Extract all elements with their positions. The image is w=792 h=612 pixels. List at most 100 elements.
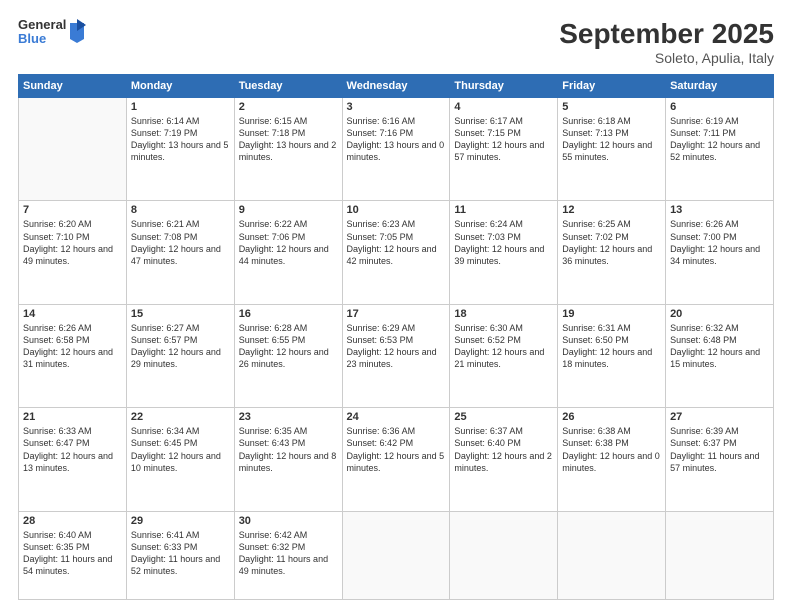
- cell-content: Sunrise: 6:18 AM Sunset: 7:13 PM Dayligh…: [562, 115, 661, 164]
- day-number: 2: [239, 101, 338, 113]
- day-number: 14: [23, 308, 122, 320]
- day-number: 11: [454, 204, 553, 216]
- day-number: 10: [347, 204, 446, 216]
- calendar-week-row: 1 Sunrise: 6:14 AM Sunset: 7:19 PM Daylig…: [19, 98, 774, 201]
- cell-content: Sunrise: 6:27 AM Sunset: 6:57 PM Dayligh…: [131, 322, 230, 371]
- day-number: 3: [347, 101, 446, 113]
- day-number: 21: [23, 411, 122, 423]
- logo-text: General Blue: [18, 18, 66, 47]
- day-number: 9: [239, 204, 338, 216]
- cell-content: Sunrise: 6:14 AM Sunset: 7:19 PM Dayligh…: [131, 115, 230, 164]
- day-number: 27: [670, 411, 769, 423]
- cell-content: Sunrise: 6:23 AM Sunset: 7:05 PM Dayligh…: [347, 218, 446, 267]
- logo-icon: [68, 19, 86, 43]
- cell-content: Sunrise: 6:37 AM Sunset: 6:40 PM Dayligh…: [454, 425, 553, 474]
- table-row: 17 Sunrise: 6:29 AM Sunset: 6:53 PM Dayli…: [342, 304, 450, 407]
- cell-content: Sunrise: 6:34 AM Sunset: 6:45 PM Dayligh…: [131, 425, 230, 474]
- table-row: 13Sunrise: 6:26 AM Sunset: 7:00 PM Dayli…: [666, 201, 774, 304]
- col-sunday: Sunday: [19, 75, 127, 98]
- logo-general: General: [18, 18, 66, 32]
- day-number: 7: [23, 204, 122, 216]
- cell-content: Sunrise: 6:41 AM Sunset: 6:33 PM Dayligh…: [131, 529, 230, 578]
- cell-content: Sunrise: 6:24 AM Sunset: 7:03 PM Dayligh…: [454, 218, 553, 267]
- cell-content: Sunrise: 6:36 AM Sunset: 6:42 PM Dayligh…: [347, 425, 446, 474]
- day-number: 23: [239, 411, 338, 423]
- day-number: 26: [562, 411, 661, 423]
- col-saturday: Saturday: [666, 75, 774, 98]
- day-number: 13: [670, 204, 769, 216]
- cell-content: Sunrise: 6:22 AM Sunset: 7:06 PM Dayligh…: [239, 218, 338, 267]
- table-row: 22 Sunrise: 6:34 AM Sunset: 6:45 PM Dayli…: [126, 408, 234, 511]
- table-row: 12Sunrise: 6:25 AM Sunset: 7:02 PM Dayli…: [558, 201, 666, 304]
- day-number: 18: [454, 308, 553, 320]
- calendar-table: Sunday Monday Tuesday Wednesday Thursday…: [18, 74, 774, 600]
- table-row: 9 Sunrise: 6:22 AM Sunset: 7:06 PM Daylig…: [234, 201, 342, 304]
- day-number: 6: [670, 101, 769, 113]
- table-row: 2 Sunrise: 6:15 AM Sunset: 7:18 PM Daylig…: [234, 98, 342, 201]
- day-number: 16: [239, 308, 338, 320]
- table-row: 24 Sunrise: 6:36 AM Sunset: 6:42 PM Dayli…: [342, 408, 450, 511]
- table-row: 29 Sunrise: 6:41 AM Sunset: 6:33 PM Dayli…: [126, 511, 234, 599]
- day-number: 4: [454, 101, 553, 113]
- day-number: 15: [131, 308, 230, 320]
- table-row: 18Sunrise: 6:30 AM Sunset: 6:52 PM Dayli…: [450, 304, 558, 407]
- page: General Blue September 2025 Soleto, Apul…: [0, 0, 792, 612]
- cell-content: Sunrise: 6:39 AM Sunset: 6:37 PM Dayligh…: [670, 425, 769, 474]
- cell-content: Sunrise: 6:28 AM Sunset: 6:55 PM Dayligh…: [239, 322, 338, 371]
- day-number: 29: [131, 515, 230, 527]
- day-number: 8: [131, 204, 230, 216]
- table-row: [342, 511, 450, 599]
- table-row: 5Sunrise: 6:18 AM Sunset: 7:13 PM Daylig…: [558, 98, 666, 201]
- day-number: 24: [347, 411, 446, 423]
- table-row: 25 Sunrise: 6:37 AM Sunset: 6:40 PM Dayli…: [450, 408, 558, 511]
- table-row: [666, 511, 774, 599]
- cell-content: Sunrise: 6:15 AM Sunset: 7:18 PM Dayligh…: [239, 115, 338, 164]
- month-title: September 2025: [559, 18, 774, 50]
- table-row: [450, 511, 558, 599]
- table-row: 23 Sunrise: 6:35 AM Sunset: 6:43 PM Dayli…: [234, 408, 342, 511]
- day-number: 19: [562, 308, 661, 320]
- day-number: 22: [131, 411, 230, 423]
- col-friday: Friday: [558, 75, 666, 98]
- table-row: [558, 511, 666, 599]
- cell-content: Sunrise: 6:32 AM Sunset: 6:48 PM Dayligh…: [670, 322, 769, 371]
- cell-content: Sunrise: 6:26 AM Sunset: 6:58 PM Dayligh…: [23, 322, 122, 371]
- title-block: September 2025 Soleto, Apulia, Italy: [559, 18, 774, 66]
- day-number: 1: [131, 101, 230, 113]
- cell-content: Sunrise: 6:19 AM Sunset: 7:11 PM Dayligh…: [670, 115, 769, 164]
- table-row: 27 Sunrise: 6:39 AM Sunset: 6:37 PM Dayli…: [666, 408, 774, 511]
- col-tuesday: Tuesday: [234, 75, 342, 98]
- day-number: 20: [670, 308, 769, 320]
- table-row: [19, 98, 127, 201]
- calendar-week-row: 28Sunrise: 6:40 AM Sunset: 6:35 PM Dayli…: [19, 511, 774, 599]
- location: Soleto, Apulia, Italy: [559, 50, 774, 66]
- cell-content: Sunrise: 6:35 AM Sunset: 6:43 PM Dayligh…: [239, 425, 338, 474]
- table-row: 7Sunrise: 6:20 AM Sunset: 7:10 PM Daylig…: [19, 201, 127, 304]
- table-row: 8Sunrise: 6:21 AM Sunset: 7:08 PM Daylig…: [126, 201, 234, 304]
- table-row: 11 Sunrise: 6:24 AM Sunset: 7:03 PM Dayli…: [450, 201, 558, 304]
- day-number: 25: [454, 411, 553, 423]
- table-row: 4Sunrise: 6:17 AM Sunset: 7:15 PM Daylig…: [450, 98, 558, 201]
- cell-content: Sunrise: 6:29 AM Sunset: 6:53 PM Dayligh…: [347, 322, 446, 371]
- table-row: 28Sunrise: 6:40 AM Sunset: 6:35 PM Dayli…: [19, 511, 127, 599]
- day-number: 30: [239, 515, 338, 527]
- col-wednesday: Wednesday: [342, 75, 450, 98]
- cell-content: Sunrise: 6:16 AM Sunset: 7:16 PM Dayligh…: [347, 115, 446, 164]
- calendar-week-row: 21Sunrise: 6:33 AM Sunset: 6:47 PM Dayli…: [19, 408, 774, 511]
- table-row: 6 Sunrise: 6:19 AM Sunset: 7:11 PM Daylig…: [666, 98, 774, 201]
- day-number: 28: [23, 515, 122, 527]
- cell-content: Sunrise: 6:38 AM Sunset: 6:38 PM Dayligh…: [562, 425, 661, 474]
- cell-content: Sunrise: 6:25 AM Sunset: 7:02 PM Dayligh…: [562, 218, 661, 267]
- table-row: 21Sunrise: 6:33 AM Sunset: 6:47 PM Dayli…: [19, 408, 127, 511]
- header: General Blue September 2025 Soleto, Apul…: [18, 18, 774, 66]
- table-row: 30 Sunrise: 6:42 AM Sunset: 6:32 PM Dayli…: [234, 511, 342, 599]
- cell-content: Sunrise: 6:42 AM Sunset: 6:32 PM Dayligh…: [239, 529, 338, 578]
- table-row: 14 Sunrise: 6:26 AM Sunset: 6:58 PM Dayli…: [19, 304, 127, 407]
- table-row: 15 Sunrise: 6:27 AM Sunset: 6:57 PM Dayli…: [126, 304, 234, 407]
- table-row: 16 Sunrise: 6:28 AM Sunset: 6:55 PM Dayli…: [234, 304, 342, 407]
- table-row: 3 Sunrise: 6:16 AM Sunset: 7:16 PM Daylig…: [342, 98, 450, 201]
- col-thursday: Thursday: [450, 75, 558, 98]
- table-row: 20 Sunrise: 6:32 AM Sunset: 6:48 PM Dayli…: [666, 304, 774, 407]
- day-number: 17: [347, 308, 446, 320]
- cell-content: Sunrise: 6:31 AM Sunset: 6:50 PM Dayligh…: [562, 322, 661, 371]
